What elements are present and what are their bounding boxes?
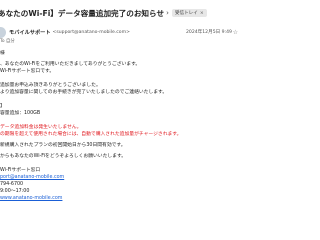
- greeting: 様: [0, 51, 5, 56]
- detail-header: 】: [0, 104, 5, 109]
- subject-row: あなたのWi-Fi】データ容量追加完了のお知らせ › 受信トレイ ×: [0, 6, 240, 20]
- validity-line: 新規購入されたプランの初回開始日から30日間有効です。: [0, 143, 126, 148]
- remove-label-icon[interactable]: ×: [200, 11, 204, 16]
- chevron-icon[interactable]: ›: [166, 9, 169, 17]
- sender-row: モバイルサポート <support@anatano-mobile.com> 20…: [0, 26, 240, 38]
- signature-hours: 9:00～17:00: [0, 189, 30, 194]
- body-line-2: より追加容量に関してのお手続きが完了いたしましたのでご連絡いたします。: [0, 90, 168, 95]
- signature-dept: Wi-Fiサポート窓口: [0, 168, 41, 173]
- detail-volume: 容量追加：100GB: [0, 111, 41, 116]
- intro-line-2: Wi-Fiサポート窓口です。: [0, 69, 55, 74]
- avatar[interactable]: [0, 26, 6, 38]
- email-body: 様 、あなたのWi-Fiをご利用いただきましてありがとうございます。 Wi-Fi…: [0, 50, 235, 202]
- recipient-line[interactable]: To 自分: [0, 38, 15, 44]
- sender-name: モバイルサポート: [9, 29, 51, 36]
- signature-email-link[interactable]: port@anatano-mobile.com: [0, 174, 235, 181]
- sender-email: <support@anatano-mobile.com>: [52, 29, 130, 35]
- signature-tel: 794-6700: [0, 182, 24, 187]
- signature-url-link[interactable]: www.anatano-mobile.com: [0, 195, 235, 202]
- email-subject: あなたのWi-Fi】データ容量追加完了のお知らせ: [0, 8, 165, 18]
- intro-line-1: 、あなたのWi-Fiをご利用いただきましてありがとうございます。: [0, 62, 141, 67]
- closing-line: からもあなたのWi-Fiをどうぞよろしくお願いいたします。: [0, 154, 127, 159]
- email-date: 2024年12月5日 9:49: [185, 30, 232, 35]
- body-line-1: 追加量お申込み頂きありがとうございました。: [0, 83, 101, 88]
- red-notice-1: データ追加料金は発生いたしません。: [0, 125, 82, 130]
- red-notice-2: の期限を超えて使用された場合には、自動で購入された追加量がチャージされます。: [0, 132, 182, 137]
- label-chip[interactable]: 受信トレイ ×: [171, 9, 207, 17]
- star-icon[interactable]: ☆: [233, 29, 238, 36]
- label-chip-text: 受信トレイ: [174, 11, 198, 16]
